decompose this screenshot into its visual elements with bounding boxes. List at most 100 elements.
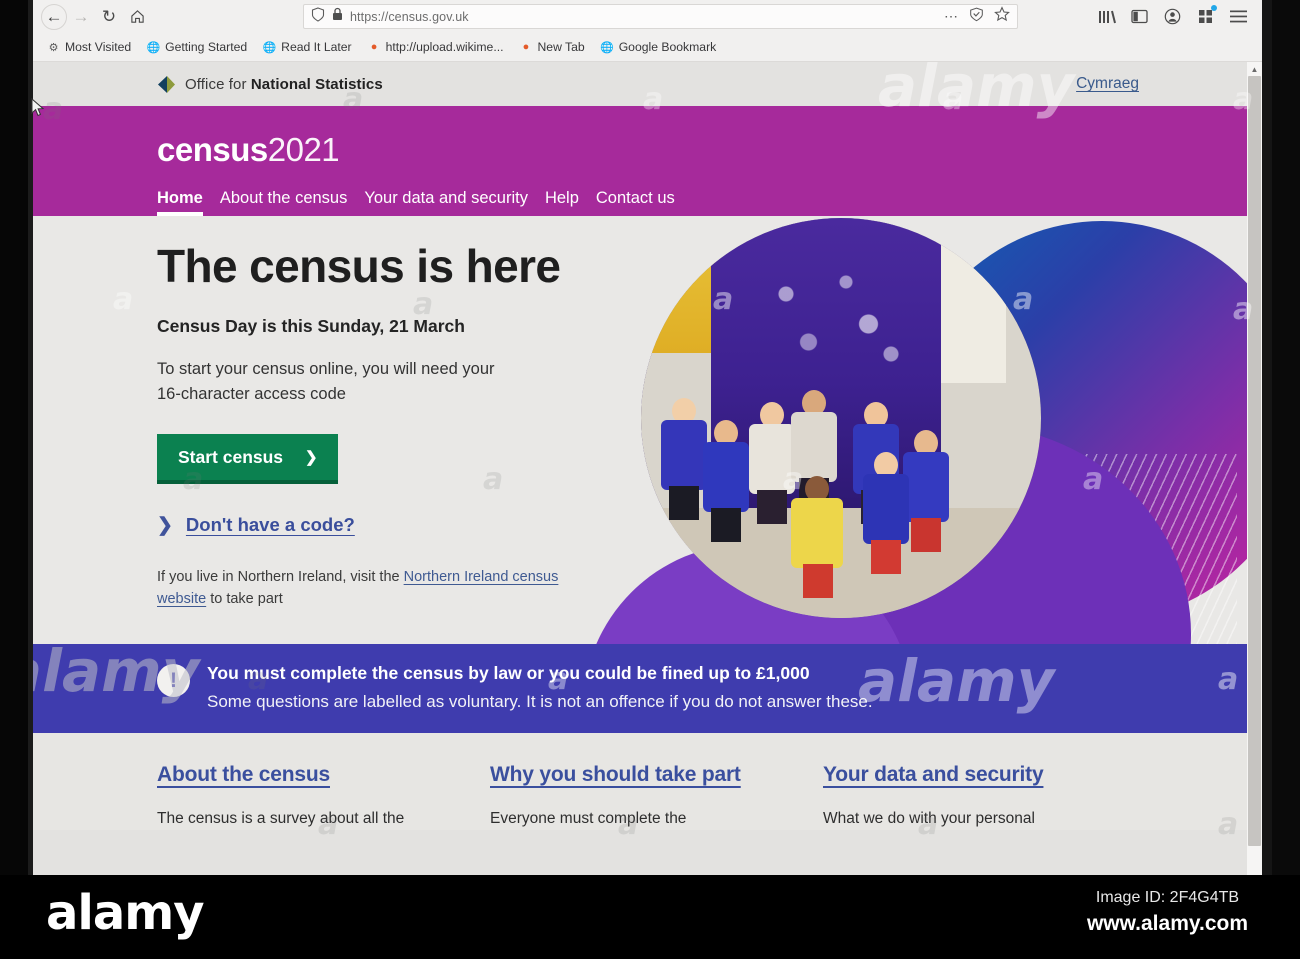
bookmarks-bar: ⚙ Most Visited 🌐 Getting Started 🌐 Read … (33, 33, 1262, 62)
alamy-url-text: www.alamy.com (1086, 912, 1248, 935)
firefox-icon: ● (522, 41, 530, 53)
card-title-link[interactable]: Your data and security (823, 763, 1156, 787)
bookmark-label: New Tab (537, 40, 585, 54)
library-icon[interactable] (1097, 7, 1116, 26)
ons-logo-text-2: National Statistics (250, 75, 383, 93)
nav-item-home[interactable]: Home (157, 189, 203, 216)
nav-item-contact-us[interactable]: Contact us (596, 189, 675, 216)
shield-icon[interactable] (311, 6, 325, 27)
extension-badge (1211, 5, 1217, 11)
card-your-data-and-security: Your data and security What we do with y… (823, 763, 1156, 830)
photo-child (749, 402, 795, 524)
info-cards-row: About the census The census is a survey … (33, 732, 1247, 830)
image-id-text: Image ID: 2F4G4TB (1095, 889, 1240, 906)
main-navigation: Home About the census Your data and secu… (157, 170, 1247, 216)
dont-have-a-code-link[interactable]: ❯ Don't have a code? (157, 514, 627, 537)
card-title-link[interactable]: Why you should take part (490, 763, 823, 787)
sidebar-icon[interactable] (1130, 7, 1149, 26)
browser-window: ← → ↻ https://census.gov.uk ⋯ ⚙ Most Vis… (33, 0, 1262, 875)
hero-subheading: Census Day is this Sunday, 21 March (157, 315, 465, 336)
photo-handprints (756, 258, 906, 378)
globe-icon: 🌐 (600, 41, 615, 54)
census-magenta-header: census2021 Home About the census Your da… (33, 106, 1247, 216)
ons-logo-text-1: Office for (185, 75, 251, 93)
census-2021-logo[interactable]: census2021 (157, 131, 340, 168)
bookmark-label: http://upload.wikime... (385, 40, 504, 54)
firefox-icon: ● (370, 41, 378, 53)
hero-content: The census is here Census Day is this Su… (157, 240, 627, 611)
home-icon[interactable] (123, 3, 151, 31)
census-logo-row: census2021 (157, 106, 1247, 170)
ni-note-before: If you live in Northern Ireland, visit t… (157, 568, 404, 585)
reload-icon[interactable]: ↻ (95, 3, 123, 31)
notice-subtext: Some questions are labelled as voluntary… (207, 691, 873, 711)
card-about-the-census: About the census The census is a survey … (157, 763, 490, 830)
photo-child-polka-costume (791, 476, 843, 598)
chevron-right-icon: ❯ (157, 514, 173, 536)
start-census-button[interactable]: Start census ❯ (157, 433, 338, 484)
ons-logo[interactable]: Office for National Statistics (157, 75, 383, 94)
scrollbar-up-arrow-icon[interactable]: ▲ (1247, 62, 1262, 76)
alamy-footer-right: Image ID: 2F4G4TB www.alamy.com (1087, 889, 1248, 936)
page-viewport: Office for National Statistics Cymraeg c… (33, 62, 1262, 875)
laptop-bezel-right-inner (1262, 0, 1272, 875)
forward-arrow-icon: → (72, 7, 90, 26)
globe-icon: 🌐 (262, 41, 277, 54)
photo-child (703, 420, 749, 542)
hero-body-text: To start your census online, you will ne… (157, 357, 627, 407)
account-icon[interactable] (1163, 7, 1182, 26)
card-title-link[interactable]: About the census (157, 763, 490, 787)
start-census-button-label: Start census (178, 446, 284, 467)
nav-item-your-data-and-security[interactable]: Your data and security (364, 189, 528, 216)
exclamation-icon: ! (157, 664, 190, 697)
northern-ireland-note: If you live in Northern Ireland, visit t… (157, 567, 572, 611)
ellipsis-icon[interactable]: ⋯ (944, 8, 959, 25)
bookmark-google-bookmark[interactable]: 🌐 Google Bookmark (600, 40, 717, 54)
bookmark-new-tab[interactable]: ● New Tab (519, 40, 585, 54)
census-logo-year: 2021 (267, 131, 340, 168)
page-scrollbar[interactable]: ▲ (1247, 62, 1262, 875)
photo-poster-left (641, 223, 716, 353)
address-bar[interactable]: https://census.gov.uk ⋯ (303, 4, 1018, 29)
hero-section: The census is here Census Day is this Su… (33, 216, 1247, 644)
notice-headline: You must complete the census by law or y… (207, 663, 810, 683)
hero-body-line1: To start your census online, you will ne… (157, 359, 495, 378)
chevron-right-icon: ❯ (305, 449, 318, 467)
bookmark-label: Getting Started (165, 40, 248, 54)
card-body: What we do with your personal (823, 809, 1035, 827)
laptop-bezel-right (1272, 0, 1300, 875)
extensions-icon[interactable] (1196, 5, 1217, 26)
pocket-icon[interactable] (969, 7, 984, 27)
bookmark-wikimedia[interactable]: ● http://upload.wikime... (368, 40, 504, 54)
hamburger-menu-icon[interactable] (1229, 7, 1248, 26)
census-webpage: Office for National Statistics Cymraeg c… (33, 62, 1247, 830)
hero-body-line2: 16-character access code (157, 384, 346, 403)
nav-item-about-the-census[interactable]: About the census (220, 189, 348, 216)
browser-toolbar: ← → ↻ https://census.gov.uk ⋯ (33, 0, 1262, 33)
photo-child (903, 430, 949, 552)
census-logo-word: census (157, 131, 268, 168)
padlock-icon (332, 7, 343, 26)
bookmark-getting-started[interactable]: 🌐 Getting Started (147, 40, 247, 54)
legal-notice-banner: ! You must complete the census by law or… (33, 644, 1247, 733)
scrollbar-thumb[interactable] (1248, 76, 1261, 846)
laptop-bezel-left-inner (28, 0, 33, 875)
nav-item-help[interactable]: Help (545, 189, 579, 216)
ons-header: Office for National Statistics Cymraeg (33, 62, 1247, 106)
ons-logo-text: Office for National Statistics (185, 76, 383, 93)
star-icon[interactable] (994, 6, 1010, 27)
back-arrow-icon[interactable]: ← (41, 3, 67, 30)
alamy-footer: alamy Image ID: 2F4G4TB www.alamy.com (0, 875, 1300, 959)
gear-icon: ⚙ (48, 41, 59, 54)
bookmark-most-visited[interactable]: ⚙ Most Visited (47, 40, 132, 54)
dont-have-a-code-label: Don't have a code? (185, 514, 355, 536)
bookmark-label: Most Visited (65, 40, 132, 54)
page-title: The census is here (157, 240, 561, 292)
hero-photo-children-in-classroom (641, 218, 1041, 618)
globe-icon: 🌐 (146, 41, 161, 54)
ni-note-after: to take part (206, 590, 283, 607)
bookmark-label: Google Bookmark (618, 40, 717, 54)
card-why-you-should-take-part: Why you should take part Everyone must c… (490, 763, 823, 830)
bookmark-read-it-later[interactable]: 🌐 Read It Later (262, 40, 352, 54)
language-link-cymraeg[interactable]: Cymraeg (1076, 75, 1139, 93)
